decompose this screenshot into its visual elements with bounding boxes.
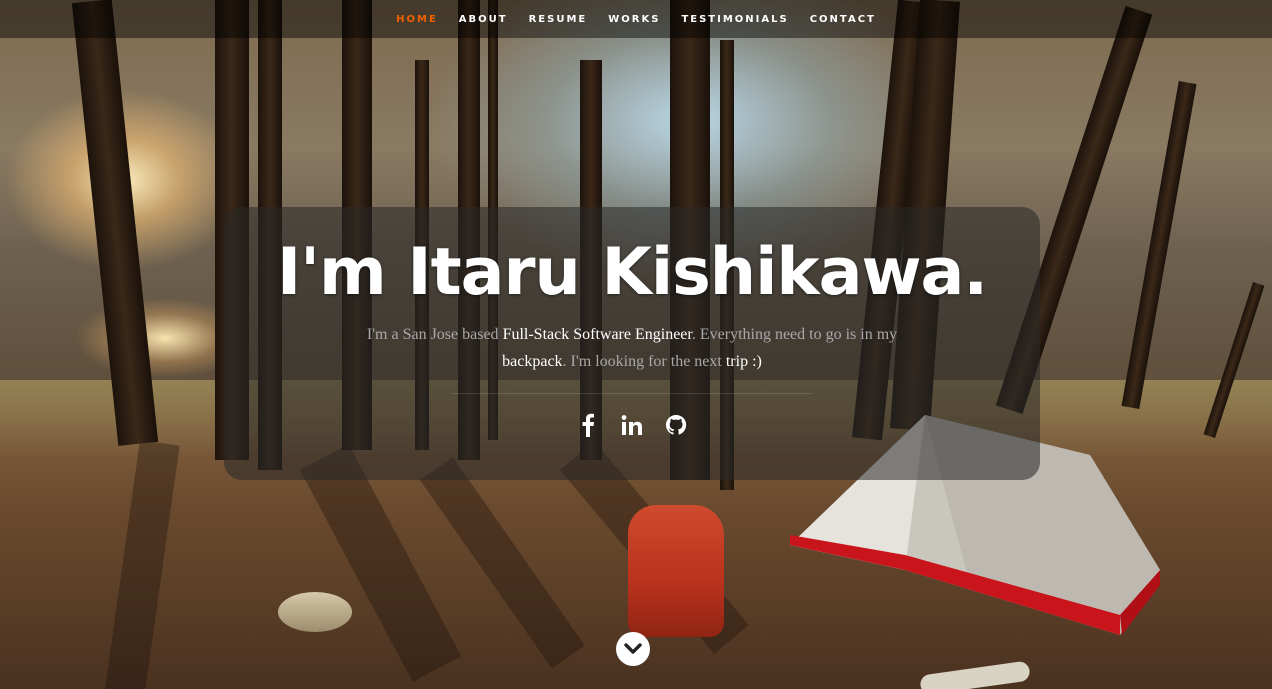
nav-link-works[interactable]: WORKS [598, 14, 671, 25]
main-navigation: HOME ABOUT RESUME WORKS TESTIMONIALS CONTACT [0, 0, 1272, 38]
nav-link-about[interactable]: ABOUT [448, 14, 518, 25]
hero-banner: I'm Itaru Kishikawa. I'm a San Jose base… [224, 207, 1040, 480]
intro-highlight: trip :) [725, 353, 762, 370]
hero-intro: I'm a San Jose based Full-Stack Software… [342, 321, 922, 375]
intro-highlight: Full-Stack Software Engineer [502, 326, 692, 343]
intro-text: . Everything need to go is in my [691, 326, 898, 343]
nav-link-resume[interactable]: RESUME [518, 14, 598, 25]
chevron-down-icon [624, 643, 642, 654]
linkedin-icon[interactable] [619, 411, 645, 439]
nav-link-home[interactable]: HOME [386, 14, 449, 25]
facebook-icon[interactable] [575, 411, 601, 439]
nav-link-testimonials[interactable]: TESTIMONIALS [671, 14, 799, 25]
intro-highlight: backpack [502, 353, 563, 370]
hero-headline: I'm Itaru Kishikawa. [276, 235, 988, 310]
social-links [224, 411, 1040, 439]
intro-text: . I'm looking for the next [562, 353, 726, 370]
scroll-down-button[interactable] [616, 632, 650, 666]
intro-text: I'm a San Jose based [366, 326, 503, 343]
backpack [628, 505, 724, 637]
nav-link-contact[interactable]: CONTACT [799, 14, 886, 25]
github-icon[interactable] [663, 411, 689, 439]
hero-divider [452, 393, 812, 394]
rock [278, 592, 352, 632]
